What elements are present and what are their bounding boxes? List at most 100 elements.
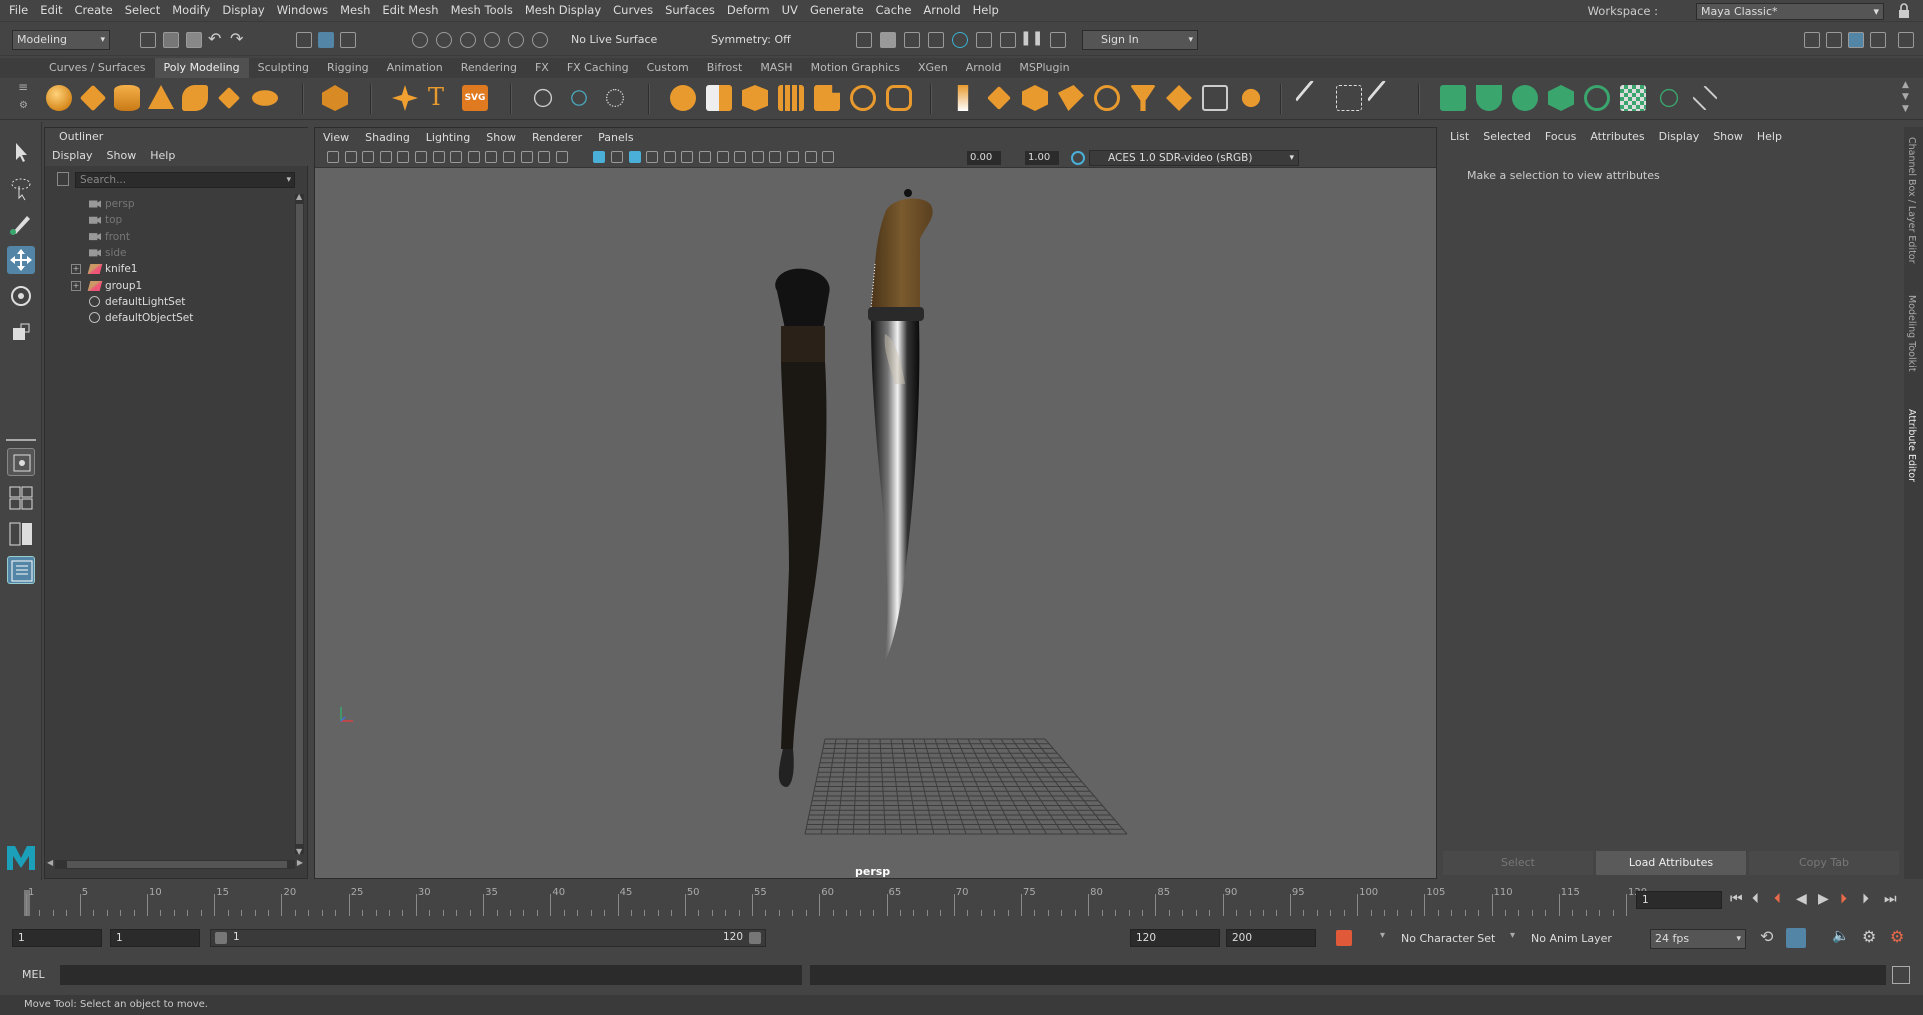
automatic-uv-icon[interactable] xyxy=(1548,85,1574,111)
measure-icon[interactable] xyxy=(533,88,553,108)
shelf-tab-curves-surfaces[interactable]: Curves / Surfaces xyxy=(40,58,155,78)
insert-edge-loop-icon[interactable] xyxy=(1094,85,1120,111)
tab-modeling-toolkit[interactable]: Modeling Toolkit xyxy=(1906,295,1917,372)
shelf-tab-motion-graphics[interactable]: Motion Graphics xyxy=(802,58,909,78)
shelf-tab-rendering[interactable]: Rendering xyxy=(452,58,526,78)
load-attributes-button[interactable]: Load Attributes xyxy=(1596,851,1746,875)
unfold-uv-icon[interactable] xyxy=(1584,85,1610,111)
shadows-icon[interactable] xyxy=(663,151,676,163)
outliner-menu-help[interactable]: Help xyxy=(143,149,182,162)
attribute-editor-toggle-icon[interactable] xyxy=(1826,32,1842,48)
attr-menu-attributes[interactable]: Attributes xyxy=(1583,130,1651,143)
menu-mesh[interactable]: Mesh xyxy=(334,0,376,20)
separate-icon[interactable] xyxy=(706,85,732,111)
menu-edit-mesh[interactable]: Edit Mesh xyxy=(376,0,444,20)
outliner-hscrollbar[interactable]: ◀ ▶ xyxy=(47,858,303,869)
menu-deform[interactable]: Deform xyxy=(721,0,776,20)
outliner-menu-show[interactable]: Show xyxy=(100,149,144,162)
attr-menu-list[interactable]: List xyxy=(1443,130,1476,143)
type-icon[interactable]: T xyxy=(428,83,444,111)
menu-edit[interactable]: Edit xyxy=(34,0,68,20)
tool-settings-toggle-icon[interactable] xyxy=(1848,32,1864,48)
viewport-menu-view[interactable]: View xyxy=(315,131,357,144)
arnold-light-icon[interactable] xyxy=(1050,32,1066,48)
snap-grid-icon[interactable] xyxy=(412,32,428,48)
shelf-tab-rigging[interactable]: Rigging xyxy=(318,58,378,78)
backface-icon[interactable] xyxy=(822,151,835,163)
safe-title-icon[interactable] xyxy=(538,151,551,163)
script-editor-icon[interactable] xyxy=(1892,966,1910,984)
outliner-layout-button[interactable] xyxy=(7,556,35,584)
outliner-search-input[interactable]: Search... ▾ xyxy=(75,172,295,188)
go-to-end-icon[interactable]: ⏭ xyxy=(1884,891,1897,907)
cut-uv-icon[interactable] xyxy=(1659,88,1679,108)
depth-of-field-icon[interactable] xyxy=(734,151,747,163)
menu-arnold[interactable]: Arnold xyxy=(917,0,966,20)
offset-edge-loop-icon[interactable] xyxy=(1130,85,1156,111)
bevel-icon[interactable] xyxy=(850,85,876,111)
menuset-dropdown[interactable]: Modeling ▾ xyxy=(12,30,110,50)
grid-icon[interactable] xyxy=(432,151,445,163)
open-scene-icon[interactable] xyxy=(163,32,179,48)
connect-icon[interactable] xyxy=(1022,85,1048,111)
menu-modify[interactable]: Modify xyxy=(166,0,216,20)
live-surface-field[interactable]: No Live Surface xyxy=(566,30,664,50)
layer-editor-toggle-icon[interactable] xyxy=(1898,32,1914,48)
shelf-tab-arnold[interactable]: Arnold xyxy=(957,58,1011,78)
planar-uv-icon[interactable] xyxy=(1440,85,1466,111)
tab-channel-box[interactable]: Channel Box / Layer Editor xyxy=(1906,137,1917,264)
poly-torus-icon[interactable] xyxy=(182,85,208,111)
resolution-gate-icon[interactable] xyxy=(467,151,480,163)
end-frame-field[interactable]: 200 xyxy=(1226,929,1316,947)
command-input[interactable] xyxy=(60,965,802,985)
uv-editor-icon[interactable] xyxy=(1336,85,1362,111)
shelf-menu-icon[interactable]: ≡ xyxy=(18,80,28,94)
gamma-field[interactable]: 1.00 xyxy=(1025,151,1059,165)
attr-menu-selected[interactable]: Selected xyxy=(1476,130,1538,143)
menu-curves[interactable]: Curves xyxy=(607,0,659,20)
select-tool[interactable] xyxy=(7,138,35,166)
persp-outliner-layout-button[interactable] xyxy=(7,520,35,548)
viewport-menu-show[interactable]: Show xyxy=(478,131,524,144)
shelf-tab-bifrost[interactable]: Bifrost xyxy=(698,58,752,78)
snap-curve-icon[interactable] xyxy=(436,32,452,48)
step-forward-icon[interactable]: ⏵ xyxy=(1862,891,1869,907)
workspace-dropdown[interactable]: Maya Classic* ▾ xyxy=(1696,3,1884,20)
select-objects-icon[interactable] xyxy=(318,32,334,48)
select-button[interactable]: Select xyxy=(1443,851,1593,875)
circularize-icon[interactable] xyxy=(1241,88,1261,108)
shelf-tab-poly-modeling[interactable]: Poly Modeling xyxy=(154,58,249,78)
menu-display[interactable]: Display xyxy=(216,0,270,20)
scroll-left-icon[interactable]: ◀ xyxy=(47,858,53,867)
single-perspective-layout-button[interactable] xyxy=(7,448,35,476)
fill-hole-icon[interactable] xyxy=(886,85,912,111)
sound-icon[interactable]: 🔈 xyxy=(1832,928,1849,944)
wireframe-on-shaded-icon[interactable] xyxy=(611,151,623,163)
extrude-icon[interactable] xyxy=(778,85,804,111)
arnold-render-icon[interactable] xyxy=(976,32,992,48)
smooth-shade-icon[interactable] xyxy=(593,151,606,163)
bookmark-icon[interactable] xyxy=(362,151,375,163)
step-back-icon[interactable]: ⏴ xyxy=(1752,891,1759,907)
tab-attribute-editor[interactable]: Attribute Editor xyxy=(1906,409,1917,482)
loop-icon[interactable]: ⟲ xyxy=(1760,927,1773,946)
scale-tool[interactable] xyxy=(7,318,35,346)
playback-start-field[interactable]: 1 xyxy=(110,929,200,947)
shelf-tab-sculpting[interactable]: Sculpting xyxy=(249,58,318,78)
attr-menu-help[interactable]: Help xyxy=(1750,130,1789,143)
chevron-down-icon[interactable]: ▾ xyxy=(1380,930,1385,941)
shelf-scroll-more-icon[interactable]: ▼ xyxy=(1902,104,1909,114)
textured-icon[interactable] xyxy=(628,151,641,163)
auto-key-icon[interactable] xyxy=(1336,930,1352,946)
snap-live-surface-icon[interactable] xyxy=(508,32,524,48)
anim-layer-dropdown[interactable]: No Anim Layer xyxy=(1526,929,1626,949)
viewport-menu-panels[interactable]: Panels xyxy=(590,131,641,144)
2d-pan-icon[interactable] xyxy=(397,151,410,163)
poly-disc-icon[interactable] xyxy=(252,90,278,106)
sew-uv-icon[interactable] xyxy=(1692,85,1718,111)
select-hierarchy-icon[interactable] xyxy=(296,32,312,48)
new-scene-icon[interactable] xyxy=(140,32,156,48)
mash-network-icon[interactable] xyxy=(571,90,587,106)
step-back-key-icon[interactable]: ⏴ xyxy=(1774,891,1781,907)
poly-plane-icon[interactable] xyxy=(217,86,241,110)
